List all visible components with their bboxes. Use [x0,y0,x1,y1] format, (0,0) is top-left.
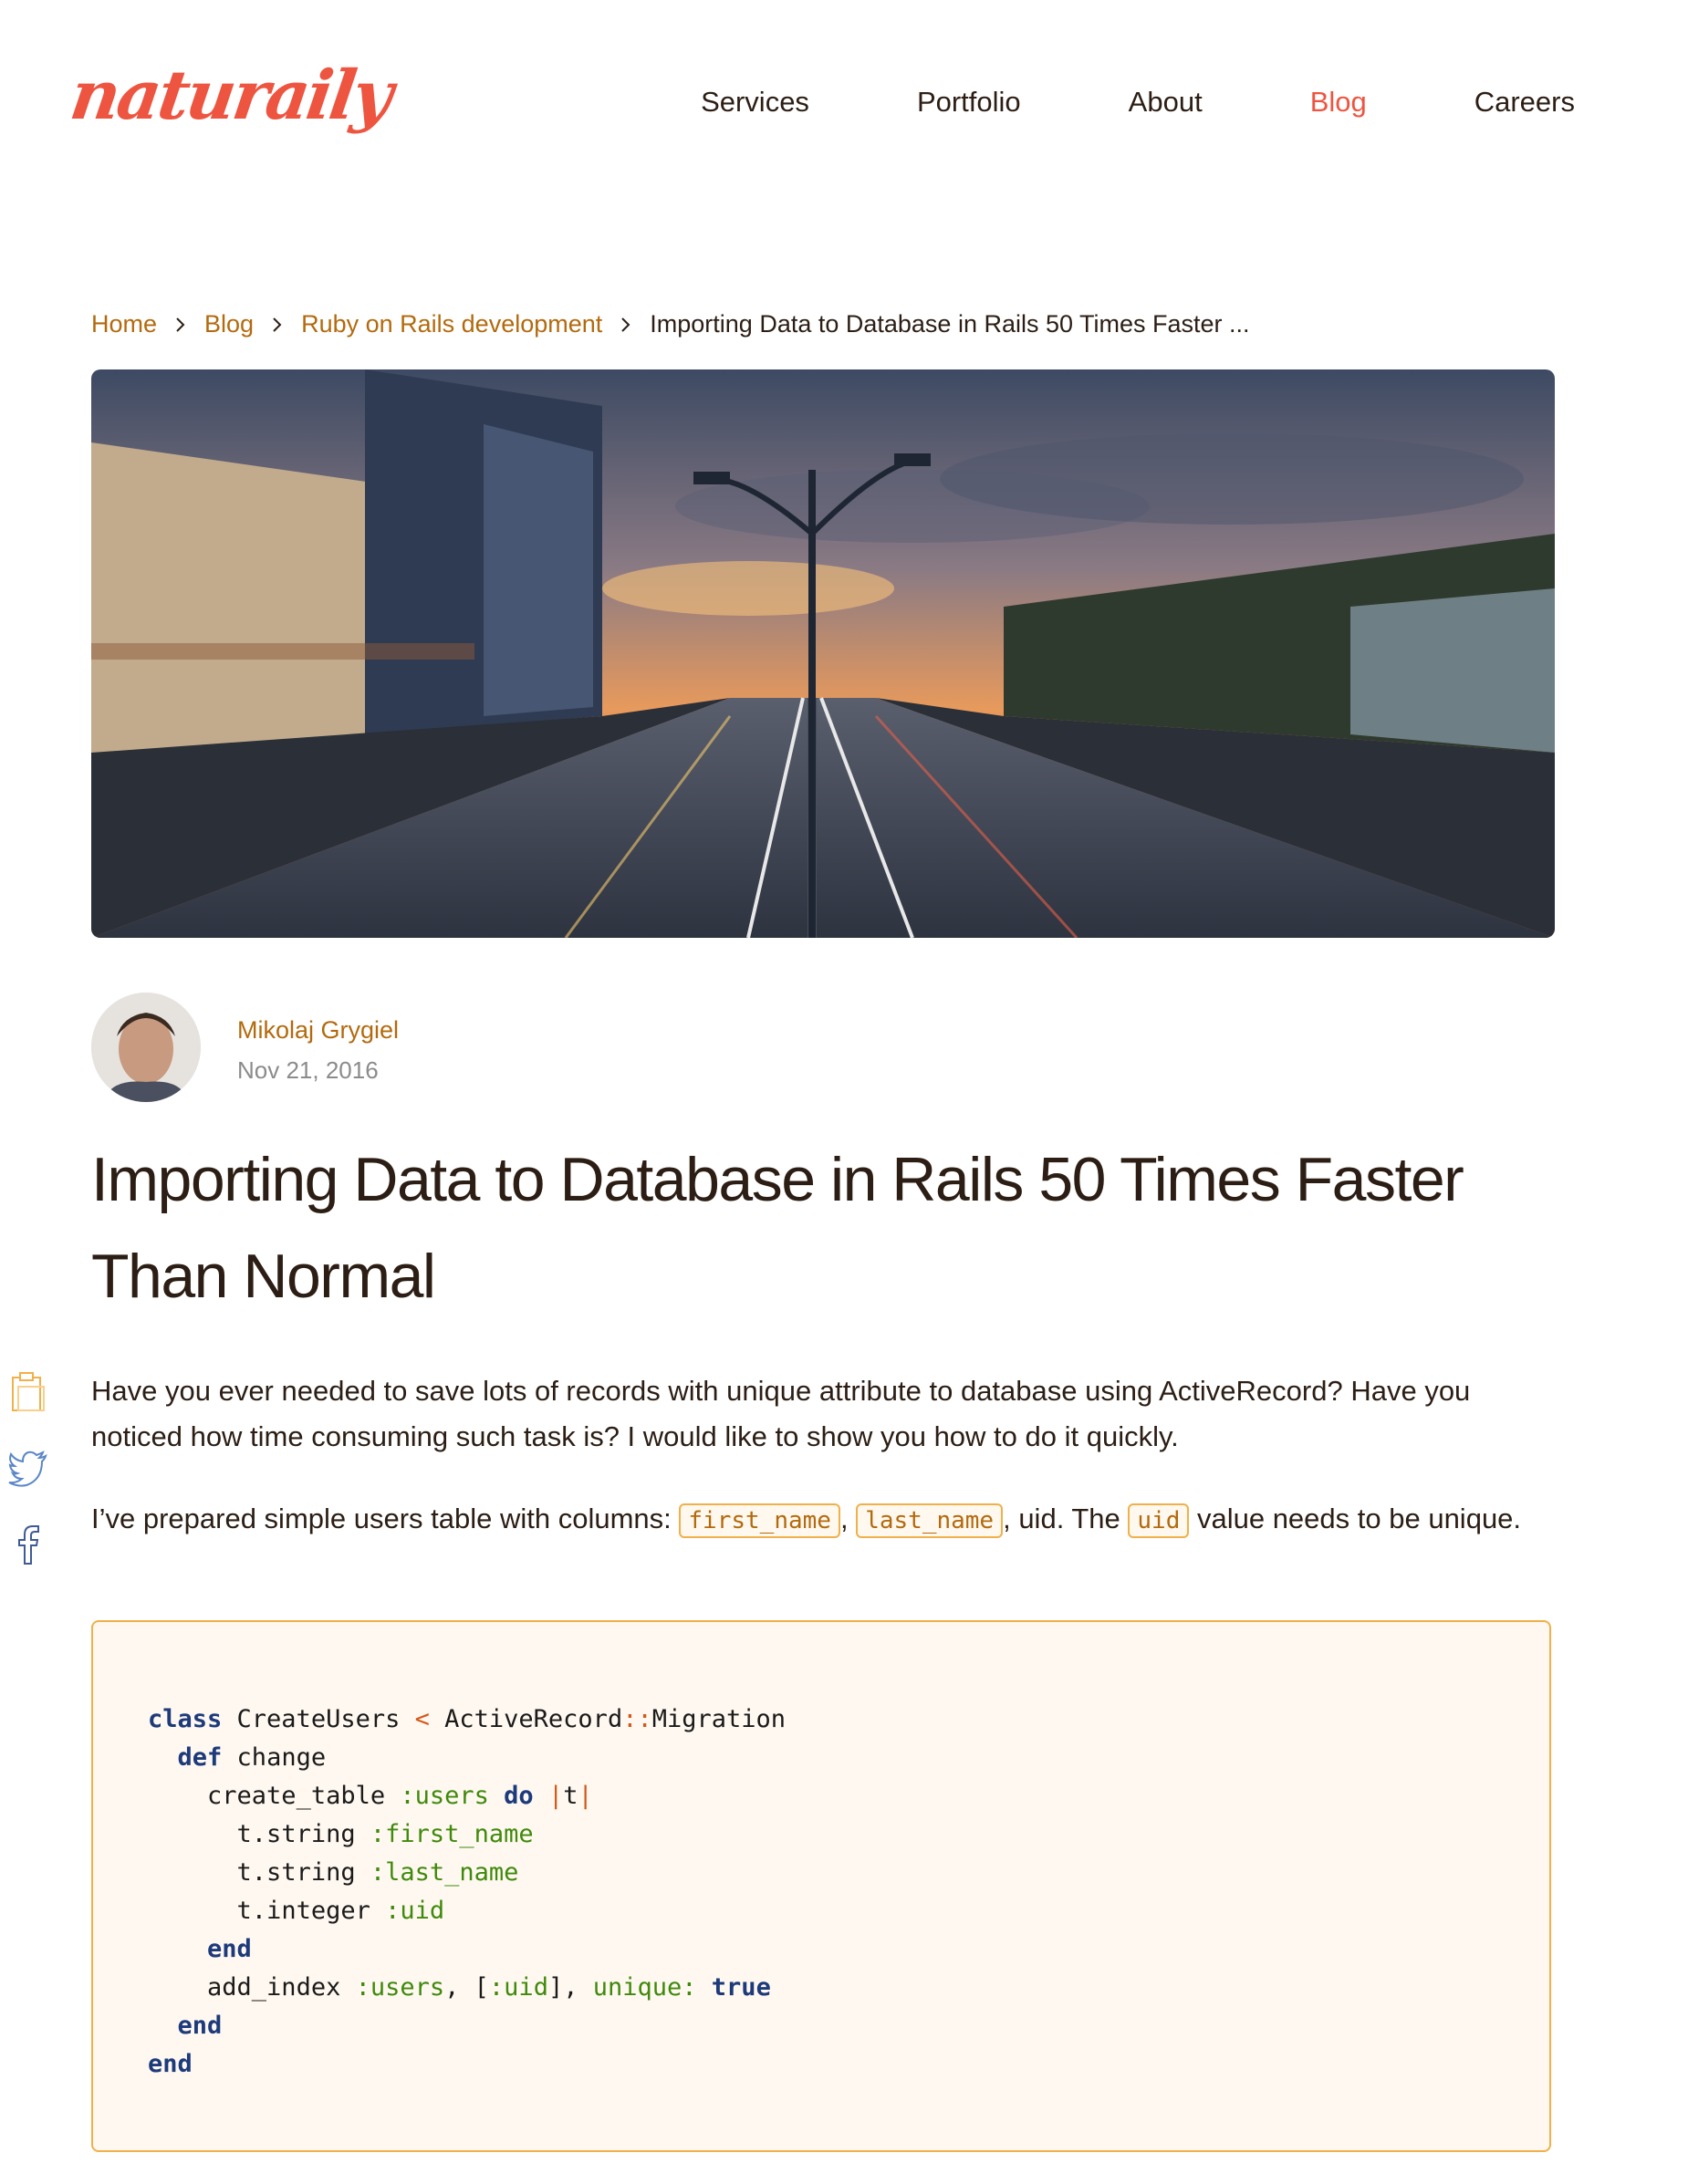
code-keyword: end [148,2050,193,2078]
breadcrumb-home[interactable]: Home [91,310,157,338]
author-avatar[interactable] [91,993,201,1102]
nav-blog[interactable]: Blog [1310,86,1367,119]
code-text: t.integer [236,1897,386,1925]
code-keyword: true [711,1973,771,2002]
code-text: ], [547,1973,593,2002]
code-symbol: :uid [488,1973,548,2002]
code-text: t.string [236,1820,370,1848]
code-keyword: class [148,1705,223,1733]
code-text: t [563,1782,578,1810]
intro-paragraph: Have you ever needed to save lots of rec… [91,1375,1471,1452]
code-content: class CreateUsers < ActiveRecord::Migrat… [148,1700,1495,2084]
code-text: create_table [207,1782,401,1810]
paragraph-text: , [839,1503,849,1534]
facebook-icon[interactable] [5,1522,51,1567]
nav-about[interactable]: About [1129,86,1203,119]
code-symbol: :uid [385,1897,445,1925]
paragraph-text: value needs to be unique. [1189,1503,1522,1534]
chevron-right-icon [272,317,283,333]
main-nav: Services Portfolio About Blog Careers [701,86,1575,119]
paragraph-text: I’ve prepared simple users table with co… [91,1503,680,1534]
code-text: Migration [651,1705,787,1733]
code-text: , [ [444,1973,489,2002]
code-text: ActiveRecord [429,1705,623,1733]
code-operator: | [578,1782,593,1810]
code-text: change [222,1743,327,1772]
code-symbol: :users [400,1782,489,1810]
code-block[interactable]: class CreateUsers < ActiveRecord::Migrat… [91,1620,1551,2152]
code-symbol: :last_name [370,1858,519,1887]
code-symbol: unique: [592,1973,697,2002]
breadcrumb-blog[interactable]: Blog [204,310,254,338]
code-keyword: def [177,1743,223,1772]
author-name[interactable]: Mikolaj Grygiel [237,1016,399,1045]
nav-services[interactable]: Services [701,86,809,119]
code-operator: | [547,1782,564,1810]
code-text: CreateUsers [222,1705,415,1733]
twitter-icon[interactable] [5,1445,51,1491]
code-symbol: :first_name [370,1820,534,1848]
naturaily-logo[interactable]: naturaily [66,57,395,135]
code-keyword: do [504,1782,534,1810]
breadcrumb-current: Importing Data to Database in Rails 50 T… [650,310,1250,338]
inline-code: last_name [856,1503,1004,1538]
share-bar [5,1368,51,1567]
hero-image [91,369,1555,938]
code-operator: < [414,1705,430,1733]
breadcrumb-ror[interactable]: Ruby on Rails development [301,310,602,338]
nav-careers[interactable]: Careers [1474,86,1575,119]
code-symbol: :users [355,1973,445,2002]
clipboard-icon[interactable] [5,1368,51,1414]
inline-code: first_name [679,1503,840,1538]
nav-portfolio[interactable]: Portfolio [917,86,1021,119]
code-operator: :: [622,1705,652,1733]
chevron-right-icon [620,317,631,333]
code-keyword: end [207,1935,252,1963]
code-keyword: end [177,2012,223,2040]
chevron-right-icon [175,317,186,333]
inline-code: uid [1128,1503,1190,1538]
columns-paragraph: I’ve prepared simple users table with co… [91,1496,1560,1544]
page-title: Importing Data to Database in Rails 50 T… [91,1145,1464,1311]
paragraph-text: , uid. The [1003,1503,1129,1534]
breadcrumb: Home Blog Ruby on Rails development Impo… [91,310,1250,338]
code-text: t.string [236,1858,370,1887]
code-text: add_index [207,1973,356,2002]
post-date: Nov 21, 2016 [237,1056,379,1084]
